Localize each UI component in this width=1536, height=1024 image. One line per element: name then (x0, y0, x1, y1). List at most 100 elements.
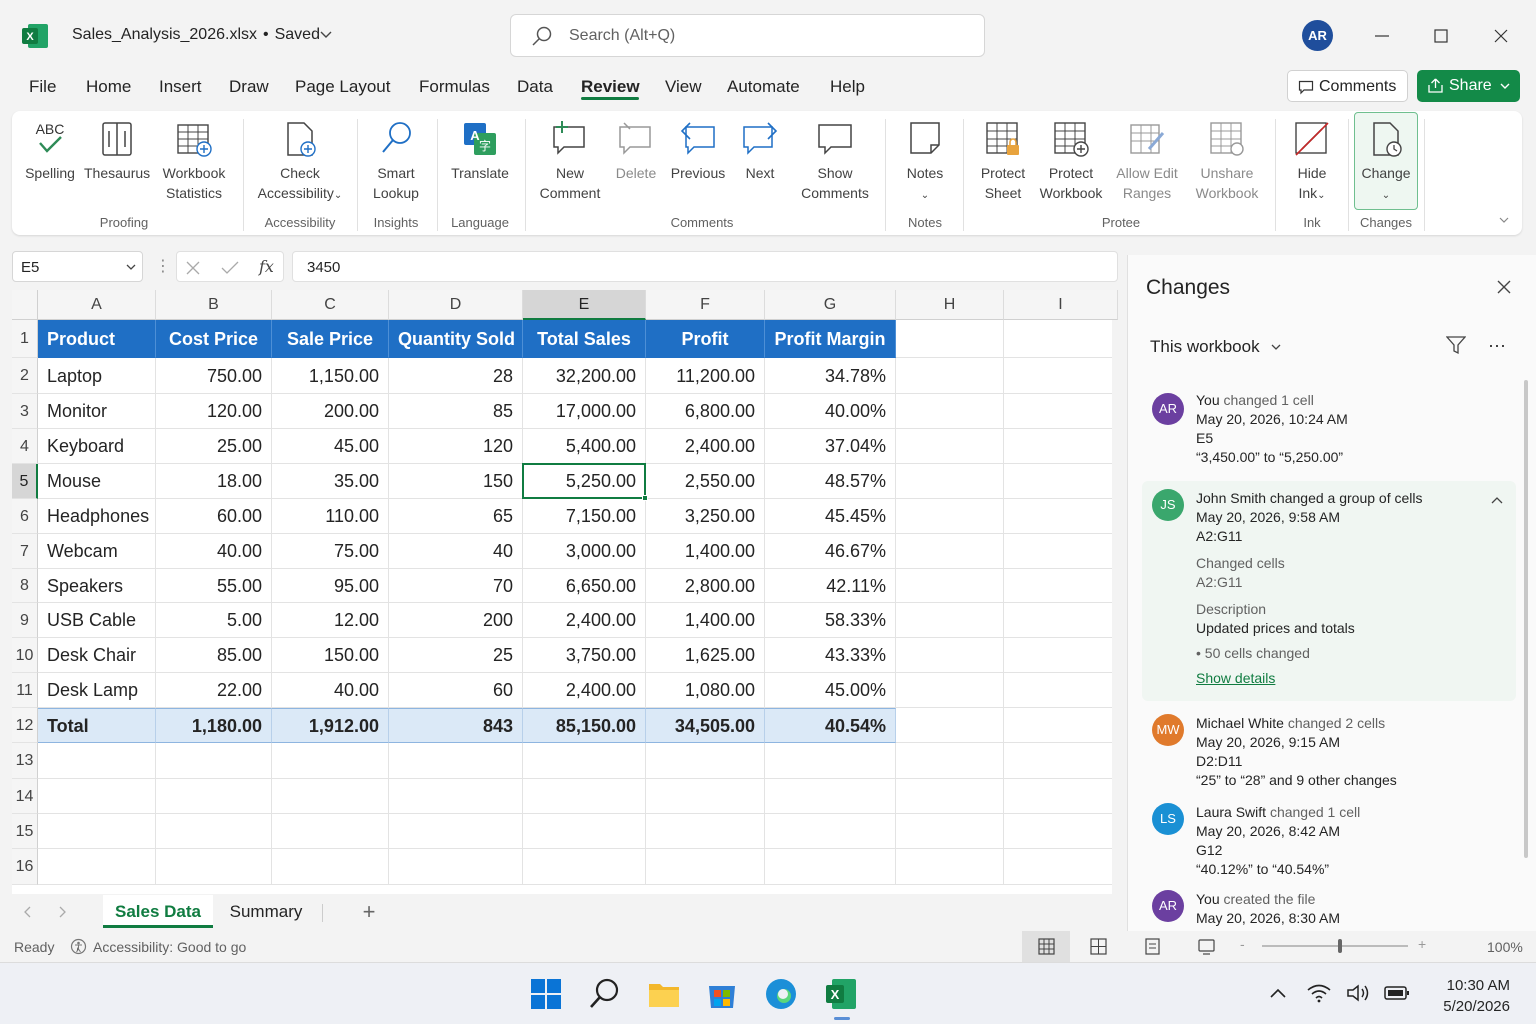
cell-c10[interactable]: 150.00 (272, 638, 389, 673)
table-header-cell[interactable]: Cost Price (156, 320, 272, 358)
cell-c2[interactable]: 1,150.00 (272, 358, 389, 394)
show-comments-button[interactable]: Show Comments (792, 119, 878, 203)
cell-g3[interactable]: 40.00% (765, 394, 896, 429)
cell-a9[interactable]: USB Cable (38, 603, 156, 638)
cell-g7[interactable]: 46.67% (765, 534, 896, 569)
cell-b14[interactable] (156, 779, 272, 814)
cancel-icon[interactable] (185, 260, 201, 276)
normal-view-button[interactable] (1022, 931, 1070, 962)
cell-a2[interactable]: Laptop (38, 358, 156, 394)
row-header-12[interactable]: 12 (12, 708, 38, 743)
close-window-icon[interactable] (1487, 22, 1515, 50)
total-row-cell[interactable]: Total (38, 708, 156, 743)
pane-scrollbar[interactable] (1524, 380, 1528, 858)
cell-a13[interactable] (38, 743, 156, 779)
column-header-e[interactable]: E (523, 290, 646, 320)
cell-d10[interactable]: 25 (389, 638, 523, 673)
menu-data[interactable]: Data (517, 77, 553, 97)
cell-g11[interactable]: 45.00% (765, 673, 896, 708)
cell-i10[interactable] (1004, 638, 1118, 673)
menu-home[interactable]: Home (86, 77, 131, 97)
cell-h6[interactable] (896, 499, 1004, 534)
zoom-level[interactable]: 100% (1487, 939, 1523, 955)
edge-browser-icon[interactable] (764, 977, 798, 1011)
changes-scope-dropdown[interactable]: This workbook (1150, 337, 1282, 357)
cell-d7[interactable]: 40 (389, 534, 523, 569)
table-header-cell[interactable]: Product (38, 320, 156, 358)
change-entry[interactable]: AR You changed 1 cell May 20, 2026, 10:2… (1142, 385, 1516, 475)
cell-h13[interactable] (896, 743, 1004, 779)
cell-d3[interactable]: 85 (389, 394, 523, 429)
changes-button[interactable]: Change ⌄ (1354, 119, 1418, 206)
cell-h11[interactable] (896, 673, 1004, 708)
user-avatar[interactable]: AR (1302, 20, 1333, 51)
cell-b2[interactable]: 750.00 (156, 358, 272, 394)
page-layout-view-button[interactable] (1074, 931, 1122, 962)
column-header-d[interactable]: D (389, 290, 523, 320)
store-icon[interactable] (705, 977, 739, 1011)
cell-h16[interactable] (896, 849, 1004, 885)
sheet-tab-sales-data[interactable]: Sales Data (103, 895, 213, 928)
notes-button[interactable]: Notes ⌄ (896, 119, 954, 206)
cell-h14[interactable] (896, 779, 1004, 814)
cell-c9[interactable]: 12.00 (272, 603, 389, 638)
cell-b5[interactable]: 18.00 (156, 464, 272, 499)
row-header-5[interactable]: 5 (12, 464, 38, 499)
cell-a15[interactable] (38, 814, 156, 849)
battery-icon[interactable] (1384, 985, 1410, 1001)
cell-a6[interactable]: Headphones (38, 499, 156, 534)
next-comment-button[interactable]: Next (736, 119, 784, 183)
hide-ink-button[interactable]: Hide Ink⌄ (1284, 119, 1340, 206)
menu-formulas[interactable]: Formulas (419, 77, 490, 97)
cell-g9[interactable]: 58.33% (765, 603, 896, 638)
row-header-2[interactable]: 2 (12, 358, 38, 394)
cell-g15[interactable] (765, 814, 896, 849)
ribbon-collapse-chevron-icon[interactable] (1498, 215, 1510, 225)
close-icon[interactable] (1496, 279, 1512, 295)
excel-taskbar-icon[interactable]: X (824, 977, 858, 1011)
cell-i2[interactable] (1004, 358, 1118, 394)
cell-a5[interactable]: Mouse (38, 464, 156, 499)
check-accessibility-button[interactable]: Check Accessibility⌄ (256, 119, 344, 206)
unshare-workbook-button[interactable]: Unshare Workbook (1192, 119, 1262, 203)
menu-draw[interactable]: Draw (229, 77, 269, 97)
column-header-g[interactable]: G (765, 290, 896, 320)
grid-scrollbar[interactable] (1112, 320, 1118, 894)
cell-b11[interactable]: 22.00 (156, 673, 272, 708)
accessibility-status[interactable]: Accessibility: Good to go (93, 939, 246, 955)
cell-g4[interactable]: 37.04% (765, 429, 896, 464)
cell-e10[interactable]: 3,750.00 (523, 638, 646, 673)
total-row-cell[interactable]: 40.54% (765, 708, 896, 743)
cell-e5[interactable]: 5,250.00 (523, 464, 646, 499)
system-clock[interactable]: 10:30 AM 5/20/2026 (1420, 975, 1510, 1017)
row-header-6[interactable]: 6 (12, 499, 38, 534)
column-header-h[interactable]: H (896, 290, 1004, 320)
cell-i7[interactable] (1004, 534, 1118, 569)
chevron-down-icon[interactable] (1499, 81, 1511, 91)
spelling-button[interactable]: ABC Spelling (22, 119, 78, 183)
row-header-9[interactable]: 9 (12, 603, 38, 638)
cell-c11[interactable]: 40.00 (272, 673, 389, 708)
cell-h12[interactable] (896, 708, 1004, 743)
cell-b15[interactable] (156, 814, 272, 849)
cell-f16[interactable] (646, 849, 765, 885)
row-header-8[interactable]: 8 (12, 569, 38, 603)
cell-g6[interactable]: 45.45% (765, 499, 896, 534)
cell-f13[interactable] (646, 743, 765, 779)
menu-view[interactable]: View (665, 77, 702, 97)
sheet-tab-summary[interactable]: Summary (216, 895, 316, 928)
file-explorer-icon[interactable] (647, 977, 681, 1011)
cell-a3[interactable]: Monitor (38, 394, 156, 429)
formula-input[interactable]: 3450 (292, 251, 1118, 282)
cell-g2[interactable]: 34.78% (765, 358, 896, 394)
menu-file[interactable]: File (29, 77, 56, 97)
cell-e9[interactable]: 2,400.00 (523, 603, 646, 638)
chevron-down-icon[interactable] (125, 262, 137, 272)
row-header-7[interactable]: 7 (12, 534, 38, 569)
chevron-down-icon[interactable]: ⌄ (334, 190, 342, 201)
cell-h7[interactable] (896, 534, 1004, 569)
cell-d2[interactable]: 28 (389, 358, 523, 394)
zoom-out-button[interactable]: - (1240, 936, 1245, 952)
cell-a8[interactable]: Speakers (38, 569, 156, 603)
zoom-slider-thumb[interactable] (1338, 939, 1342, 953)
